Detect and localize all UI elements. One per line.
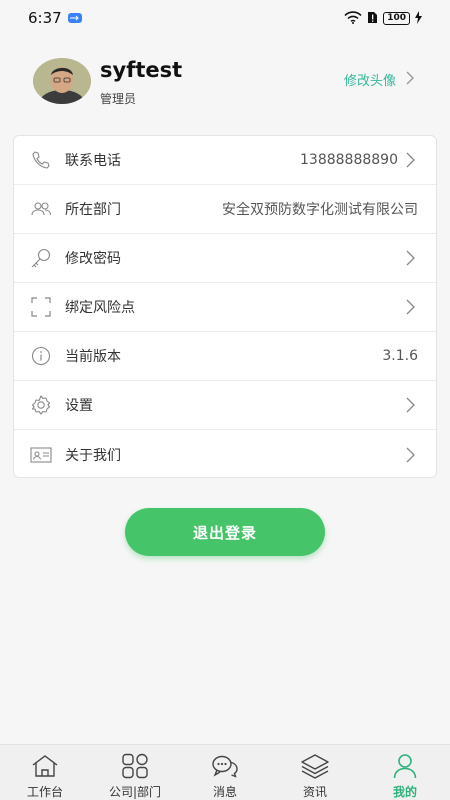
gear-icon <box>30 394 52 416</box>
battery-icon: 100 <box>383 11 410 25</box>
tab-label: 消息 <box>212 785 237 799</box>
tab-mine[interactable]: 我的 <box>360 745 450 800</box>
change-avatar-label: 修改头像 <box>343 74 396 89</box>
phone-icon <box>30 149 52 171</box>
menu-item-settings[interactable]: 设置 <box>14 381 436 430</box>
scan-icon <box>30 296 52 318</box>
bottom-tab-bar: 工作台 公司|部门 消息 资讯 我的 <box>0 744 450 800</box>
status-time: 6:37 <box>28 9 62 27</box>
profile-menu: 联系电话 13888888890 所在部门 安全双预防数字化测试有限公司 修改密… <box>13 135 437 478</box>
version-value: 3.1.6 <box>382 348 418 364</box>
change-avatar-button[interactable]: 修改头像 <box>344 70 414 89</box>
menu-item-change-password[interactable]: 修改密码 <box>14 234 436 283</box>
menu-item-about-us[interactable]: 关于我们 <box>14 430 436 477</box>
menu-item-department: 所在部门 安全双预防数字化测试有限公司 <box>14 185 436 234</box>
username: syftest <box>100 58 183 82</box>
chevron-right-icon <box>402 152 418 168</box>
menu-item-label: 当前版本 <box>65 349 121 365</box>
id-card-icon <box>30 444 52 466</box>
wifi-icon <box>344 9 362 28</box>
menu-item-bind-risk-point[interactable]: 绑定风险点 <box>14 283 436 332</box>
menu-item-label: 联系电话 <box>65 153 121 169</box>
menu-item-label: 设置 <box>65 398 93 414</box>
tab-company-department[interactable]: 公司|部门 <box>90 745 180 800</box>
info-icon <box>30 345 52 367</box>
tab-label: 工作台 <box>26 785 63 799</box>
menu-item-version: 当前版本 3.1.6 <box>14 332 436 381</box>
chevron-right-icon <box>406 70 414 89</box>
grid-icon <box>120 752 150 780</box>
users-icon <box>30 198 52 220</box>
avatar[interactable] <box>33 58 91 104</box>
tab-messages[interactable]: 消息 <box>180 745 270 800</box>
menu-item-phone[interactable]: 联系电话 13888888890 <box>14 136 436 185</box>
menu-item-label: 关于我们 <box>65 447 121 464</box>
tab-label: 我的 <box>392 785 417 799</box>
tab-news[interactable]: 资讯 <box>270 745 360 800</box>
tab-workbench[interactable]: 工作台 <box>0 745 90 800</box>
sim-alert-icon <box>367 9 378 28</box>
menu-item-label: 绑定风险点 <box>65 300 135 316</box>
tab-label: 公司|部门 <box>108 785 162 799</box>
charging-icon <box>415 9 422 28</box>
menu-item-value: 13888888890 <box>300 152 398 168</box>
user-role: 管理员 <box>100 92 137 106</box>
chevron-right-icon <box>402 250 418 266</box>
layers-icon <box>300 752 330 780</box>
chevron-right-icon <box>402 299 418 315</box>
tab-label: 资讯 <box>302 785 327 799</box>
home-icon <box>30 752 60 780</box>
menu-item-label: 所在部门 <box>65 202 121 218</box>
menu-item-value: 安全双预防数字化测试有限公司 <box>222 202 418 218</box>
chat-icon <box>210 752 240 780</box>
menu-item-label: 修改密码 <box>65 251 121 267</box>
profile-header: syftest 管理员 修改头像 <box>0 50 450 120</box>
logout-button[interactable]: 退出登录 <box>125 508 325 556</box>
chevron-right-icon <box>402 397 418 413</box>
status-bar: 6:37 100 <box>0 0 450 36</box>
key-icon <box>30 247 52 269</box>
chevron-right-icon <box>402 447 418 463</box>
person-icon <box>390 752 420 780</box>
usb-icon <box>67 13 82 23</box>
